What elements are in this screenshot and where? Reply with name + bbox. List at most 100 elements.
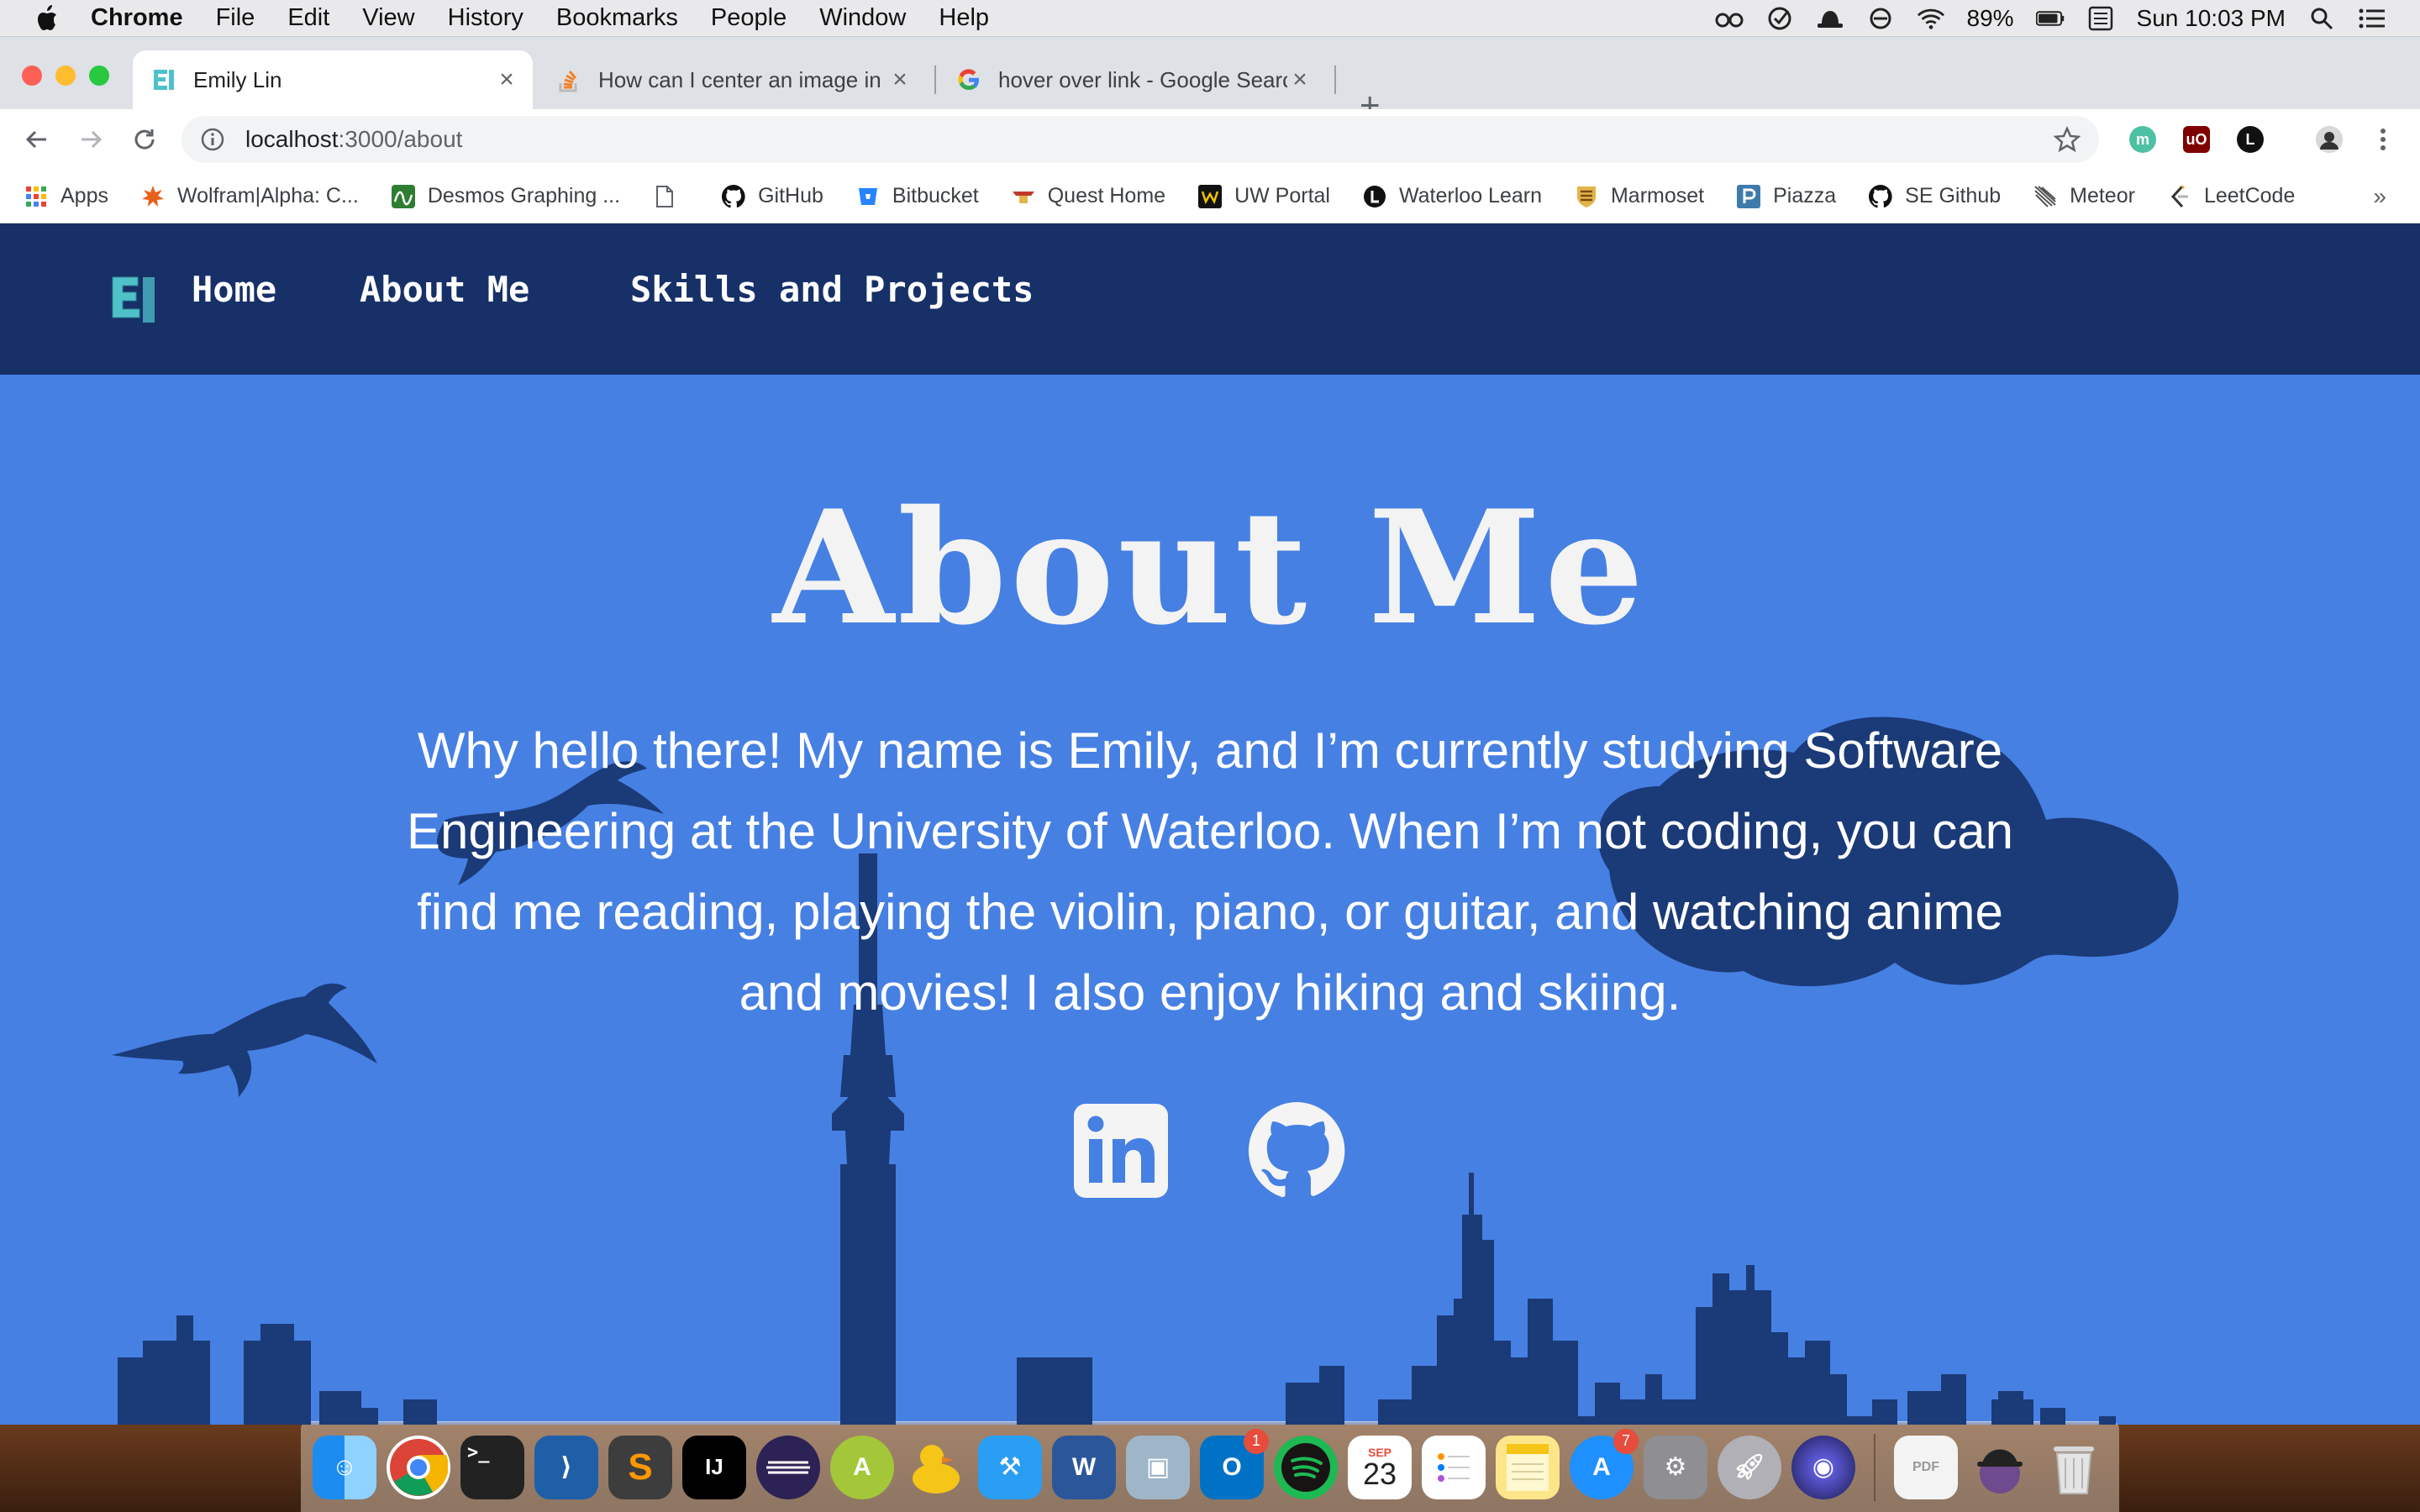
bookmark-bitbucket[interactable]: Bitbucket: [855, 184, 979, 209]
bookmark-wolfram[interactable]: Wolfram|Alpha: C...: [140, 184, 359, 209]
outlook-icon[interactable]: O1: [1200, 1428, 1269, 1499]
desmos-icon: [391, 184, 416, 209]
battery-percent: 89%: [1966, 5, 2014, 31]
notification-center-icon[interactable]: [2358, 4, 2386, 33]
close-window-button[interactable]: [22, 66, 42, 86]
sublime-text-icon[interactable]: S: [608, 1435, 672, 1499]
chrome-icon[interactable]: [387, 1435, 450, 1499]
bookmark-meteor[interactable]: Meteor: [2033, 184, 2135, 209]
site-info-icon[interactable]: [200, 127, 225, 152]
apps-grid-icon: [24, 184, 49, 209]
bookmark-label: Waterloo Learn: [1398, 184, 1542, 207]
bookmark-github[interactable]: GitHub: [721, 184, 823, 209]
spotlight-search-icon[interactable]: [2307, 4, 2336, 33]
menu-people[interactable]: People: [711, 4, 786, 32]
menu-edit[interactable]: Edit: [287, 4, 329, 32]
bookmark-label: Quest Home: [1047, 184, 1166, 207]
notes-icon[interactable]: [1496, 1435, 1560, 1499]
google-icon: [956, 67, 981, 92]
bookmark-se-github[interactable]: SE Github: [1868, 184, 2001, 209]
menu-app-name[interactable]: Chrome: [91, 4, 183, 32]
menu-file[interactable]: File: [216, 4, 255, 32]
bookmark-piazza[interactable]: Piazza: [1736, 184, 1836, 209]
bookmark-blank-page[interactable]: [652, 184, 689, 209]
android-studio-icon[interactable]: A: [830, 1435, 894, 1499]
microsoft-word-icon[interactable]: W: [1052, 1435, 1116, 1499]
finder-icon[interactable]: ☺: [313, 1435, 376, 1499]
close-tab-icon[interactable]: ×: [494, 66, 519, 94]
menu-help[interactable]: Help: [939, 4, 989, 32]
bookmark-marmoset[interactable]: Marmoset: [1574, 184, 1704, 209]
tab-separator: [934, 66, 936, 94]
minimize-window-button[interactable]: [55, 66, 76, 86]
uw-portal-icon: [1197, 184, 1223, 209]
siri-icon[interactable]: ◉: [1791, 1435, 1855, 1499]
tab-stackoverflow[interactable]: How can I center an image in B ×: [538, 50, 926, 109]
macos-dock: ☺ >_ ⟩ S IJ A ⚒ W ▣ O1 SEP 23 A7 ⚙ 🚀︎ ◉ P…: [301, 1421, 2119, 1512]
url-text[interactable]: localhost:3000/about: [245, 126, 462, 153]
window-controls: [22, 66, 109, 86]
reminders-icon[interactable]: [1422, 1435, 1486, 1499]
dock-separator: [1874, 1433, 1876, 1501]
bookmark-leetcode[interactable]: LeetCode: [2167, 184, 2295, 209]
preview-icon[interactable]: ▣: [1126, 1435, 1190, 1499]
menu-view[interactable]: View: [362, 4, 414, 32]
ublock-origin-icon[interactable]: uO: [2183, 126, 2210, 153]
github-icon[interactable]: [1249, 1102, 1346, 1200]
tab-google-search[interactable]: hover over link - Google Search ×: [938, 50, 1326, 109]
tab-separator: [1334, 66, 1336, 94]
bowler-hat-icon[interactable]: [1816, 4, 1844, 33]
terminal-icon[interactable]: >_: [460, 1435, 524, 1499]
bookmark-waterloo-learn[interactable]: Waterloo Learn: [1362, 184, 1542, 209]
keyboard-input-icon[interactable]: [2086, 4, 2115, 33]
apple-icon[interactable]: [34, 4, 59, 33]
reload-button[interactable]: [128, 123, 161, 156]
system-preferences-icon[interactable]: ⚙: [1644, 1435, 1707, 1499]
page-icon: [652, 184, 677, 209]
menu-history[interactable]: History: [448, 4, 523, 32]
xcode-icon[interactable]: ⚒: [978, 1435, 1042, 1499]
maximize-window-button[interactable]: [89, 66, 109, 86]
menu-bookmarks[interactable]: Bookmarks: [556, 4, 678, 32]
close-tab-icon[interactable]: ×: [1287, 66, 1313, 94]
extension-m-icon[interactable]: m: [2129, 126, 2156, 153]
intellij-icon[interactable]: IJ: [682, 1435, 746, 1499]
bookmark-label: UW Portal: [1234, 184, 1330, 207]
launchpad-icon[interactable]: 🚀︎: [1718, 1435, 1781, 1499]
spotify-icon[interactable]: [1274, 1435, 1338, 1499]
linkedin-icon[interactable]: [1072, 1102, 1170, 1200]
alfred-icon[interactable]: [1968, 1436, 2032, 1499]
close-tab-icon[interactable]: ×: [887, 66, 913, 94]
sync-icon[interactable]: [1866, 4, 1895, 33]
bookmark-star-icon[interactable]: [2054, 126, 2081, 153]
tab-emily-lin[interactable]: Emily Lin ×: [133, 50, 533, 109]
trash-icon[interactable]: [2042, 1436, 2106, 1499]
menubar-clock[interactable]: Sun 10:03 PM: [2137, 5, 2286, 32]
battery-icon[interactable]: [2035, 4, 2065, 33]
checkmark-app-icon[interactable]: [1765, 4, 1794, 33]
extension-l-icon[interactable]: L: [2237, 126, 2264, 153]
chrome-menu-icon[interactable]: [2366, 123, 2400, 156]
app-store-icon[interactable]: A7: [1570, 1428, 1639, 1499]
profile-avatar[interactable]: [2316, 126, 2343, 153]
cyberduck-icon[interactable]: [904, 1436, 968, 1499]
wifi-icon[interactable]: [1917, 4, 1945, 33]
learn-icon: [1362, 184, 1387, 209]
visual-studio-code-icon[interactable]: ⟩: [534, 1435, 598, 1499]
address-bar[interactable]: localhost:3000/about: [182, 116, 2099, 163]
bookmark-apps[interactable]: Apps: [24, 184, 108, 209]
macos-menubar: Chrome File Edit View History Bookmarks …: [0, 0, 2420, 37]
calendar-icon[interactable]: SEP 23: [1348, 1435, 1412, 1499]
intro-paragraph: Why hello there! My name is Emily, and I…: [406, 722, 2014, 1021]
back-button[interactable]: [20, 123, 54, 156]
bookmark-quest[interactable]: Quest Home: [1011, 184, 1165, 209]
bookmarks-overflow-button[interactable]: »: [2373, 183, 2386, 210]
menu-window[interactable]: Window: [819, 4, 906, 32]
forward-button[interactable]: [74, 123, 108, 156]
eclipse-icon[interactable]: [756, 1435, 820, 1499]
reading-glasses-icon[interactable]: [1715, 4, 1744, 33]
goose-silhouette: [112, 983, 377, 1097]
bookmark-desmos[interactable]: Desmos Graphing ...: [391, 184, 620, 209]
bookmark-uw-portal[interactable]: UW Portal: [1197, 184, 1330, 209]
pdf-document-icon[interactable]: PDF: [1894, 1435, 1958, 1499]
